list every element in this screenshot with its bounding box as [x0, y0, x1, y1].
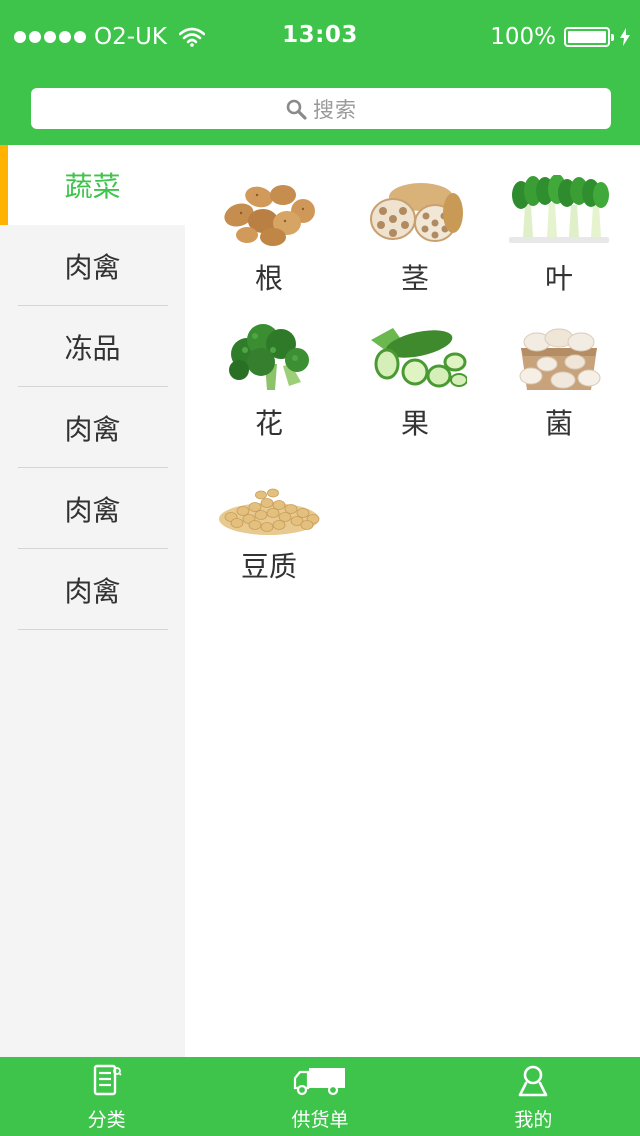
subcategory-label: 花 [254, 407, 283, 440]
sidebar-item-label: 冻品 [64, 331, 121, 365]
header: O2-UK 13:03 100% 搜索 [0, 0, 640, 145]
subcategory-root[interactable]: 根 [204, 175, 334, 297]
subcategory-label: 根 [254, 262, 283, 295]
subcategory-label: 果 [400, 407, 429, 440]
delivery-truck-icon [293, 1068, 345, 1096]
sidebar-item-meat-poultry[interactable]: 肉禽 [0, 549, 185, 630]
potatoes-image [224, 185, 315, 246]
soybeans-image [219, 488, 320, 535]
sidebar-item-label: 肉禽 [64, 412, 121, 446]
sidebar-item-label: 肉禽 [64, 250, 121, 284]
subcategory-fruit[interactable]: 果 [350, 320, 480, 442]
sidebar-item-meat-poultry[interactable]: 肉禽 [0, 468, 185, 549]
sidebar-item-label: 肉禽 [64, 493, 121, 527]
subcategory-flower[interactable]: 花 [204, 320, 334, 442]
category-sidebar: 蔬菜 肉禽 冻品 肉禽 肉禽 肉禽 [0, 145, 185, 1057]
sidebar-item-label: 蔬菜 [64, 170, 121, 203]
status-right: 100% [490, 22, 630, 52]
category-list-icon [93, 1064, 122, 1096]
subcategory-fungi[interactable]: 菌 [494, 320, 624, 442]
lotus-root-image [370, 183, 463, 242]
battery-icon [564, 27, 614, 47]
bok-choy-image [509, 175, 609, 243]
divider [18, 629, 168, 630]
search-icon [286, 99, 307, 120]
search-input[interactable]: 搜索 [31, 88, 611, 129]
battery-percentage: 100% [490, 24, 556, 50]
charging-bolt-icon [620, 28, 630, 46]
subcategory-label: 豆质 [240, 550, 297, 583]
tab-label: 分类 [87, 1109, 126, 1131]
tab-mine[interactable]: 我的 [427, 1057, 640, 1136]
tab-label: 我的 [514, 1109, 553, 1131]
subcategory-label: 叶 [544, 262, 573, 295]
mushrooms-image [519, 328, 601, 390]
subcategory-leaf[interactable]: 叶 [494, 175, 624, 297]
tab-bar: 分类 供货单 我的 [0, 1057, 640, 1136]
subcategory-legumes[interactable]: 豆质 [204, 463, 334, 585]
tab-supply-order[interactable]: 供货单 [213, 1057, 426, 1136]
subcategory-stem[interactable]: 茎 [350, 175, 480, 297]
sidebar-item-meat-poultry[interactable]: 肉禽 [0, 225, 185, 306]
user-profile-icon [519, 1065, 548, 1097]
sidebar-item-meat-poultry[interactable]: 肉禽 [0, 387, 185, 468]
sidebar-item-frozen[interactable]: 冻品 [0, 306, 185, 387]
tab-label: 供货单 [291, 1109, 349, 1131]
sidebar-item-vegetables[interactable]: 蔬菜 [0, 145, 185, 225]
tab-category[interactable]: 分类 [0, 1057, 213, 1136]
broccoli-image [229, 324, 309, 390]
cucumber-image [371, 328, 467, 388]
sidebar-item-label: 肉禽 [64, 574, 121, 608]
subcategory-label: 菌 [544, 407, 573, 440]
subcategory-label: 茎 [400, 262, 429, 295]
status-bar: O2-UK 13:03 100% [0, 0, 640, 72]
search-placeholder: 搜索 [313, 97, 357, 122]
